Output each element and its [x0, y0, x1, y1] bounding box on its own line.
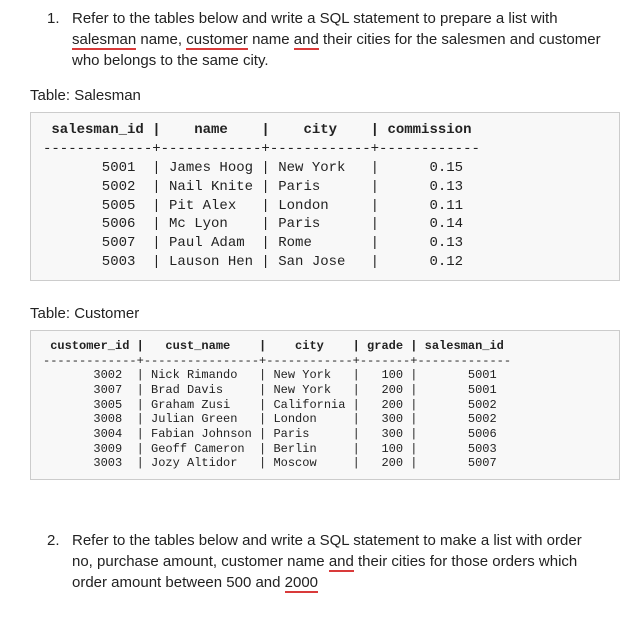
table-customer-label: Table: Customer	[30, 303, 632, 324]
table-row: 5001 | James Hoog | New York | 0.15	[43, 160, 463, 176]
text-part: name,	[136, 31, 186, 48]
question-list-2: 2. Refer to the tables below and write a…	[0, 530, 632, 593]
table-header: salesman_id | name | city | commission	[43, 122, 471, 138]
table-header: customer_id | cust_name | city | grade |…	[43, 339, 504, 353]
table-divider: -------------+------------+------------+…	[43, 141, 480, 157]
question-number: 1.	[47, 8, 60, 29]
table-row: 3009 | Geoff Cameron | Berlin | 100 | 50…	[43, 442, 497, 456]
table-row: 5002 | Nail Knite | Paris | 0.13	[43, 179, 463, 195]
text-part: Refer to the tables below and write a SQ…	[72, 10, 558, 27]
question-2: 2. Refer to the tables below and write a…	[52, 530, 632, 593]
table-row: 5007 | Paul Adam | Rome | 0.13	[43, 235, 463, 251]
table-row: 3002 | Nick Rimando | New York | 100 | 5…	[43, 368, 497, 382]
table-customer: customer_id | cust_name | city | grade |…	[30, 330, 620, 480]
table-salesman: salesman_id | name | city | commission -…	[30, 112, 620, 281]
table-row: 3004 | Fabian Johnson | Paris | 300 | 50…	[43, 427, 497, 441]
underline-and: and	[294, 31, 319, 50]
question-text: Refer to the tables below and write a SQ…	[72, 532, 582, 593]
table-row: 3007 | Brad Davis | New York | 200 | 500…	[43, 383, 497, 397]
underline-customer: customer	[186, 31, 248, 50]
table-divider: -------------+----------------+---------…	[43, 354, 511, 368]
table-row: 3003 | Jozy Altidor | Moscow | 200 | 500…	[43, 456, 497, 470]
table-row: 5006 | Mc Lyon | Paris | 0.14	[43, 216, 463, 232]
underline-and: and	[329, 553, 354, 572]
table-row: 5003 | Lauson Hen | San Jose | 0.12	[43, 254, 463, 270]
question-list: 1. Refer to the tables below and write a…	[0, 8, 632, 71]
underline-salesman: salesman	[72, 31, 136, 50]
question-text: Refer to the tables below and write a SQ…	[72, 10, 601, 69]
table-row: 3005 | Graham Zusi | California | 200 | …	[43, 398, 497, 412]
table-salesman-label: Table: Salesman	[30, 85, 632, 106]
underline-2000: 2000	[285, 574, 318, 593]
table-row: 5005 | Pit Alex | London | 0.11	[43, 198, 463, 214]
question-1: 1. Refer to the tables below and write a…	[52, 8, 632, 71]
question-number: 2.	[47, 530, 60, 551]
table-row: 3008 | Julian Green | London | 300 | 500…	[43, 412, 497, 426]
text-part: name	[248, 31, 294, 48]
